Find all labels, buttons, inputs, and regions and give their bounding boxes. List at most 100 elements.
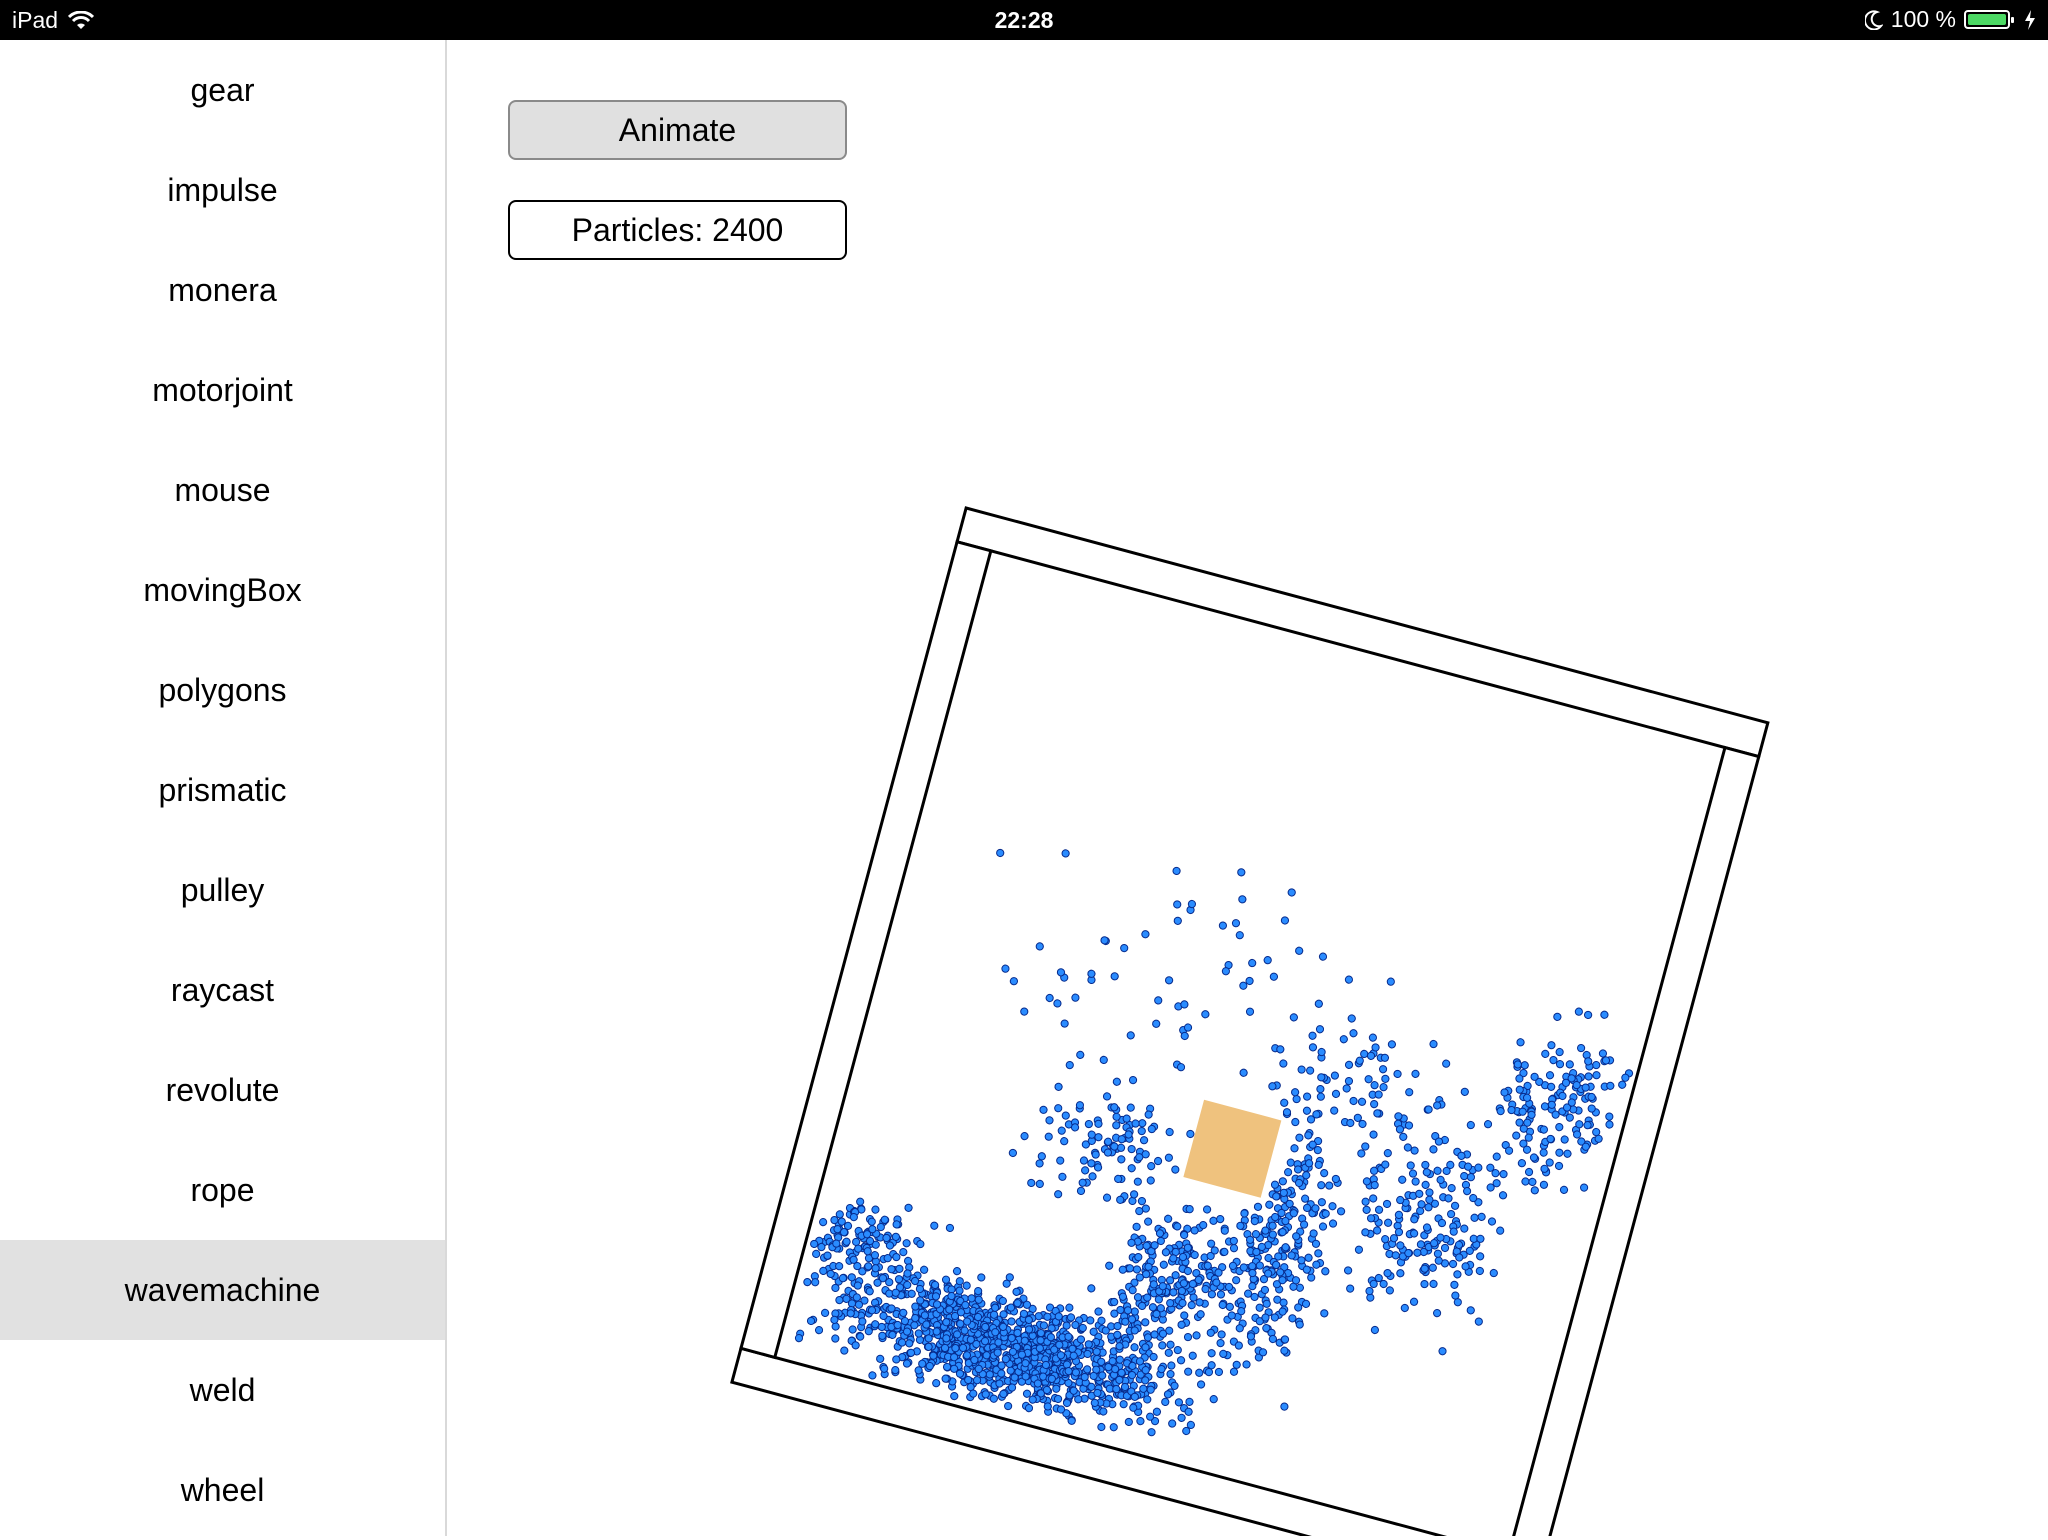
particle (1218, 921, 1227, 930)
particle (920, 1265, 929, 1274)
particle (1054, 1082, 1063, 1091)
sidebar-item-movingbox[interactable]: movingBox (0, 540, 445, 640)
particle (820, 1308, 830, 1318)
particle (1416, 1240, 1426, 1249)
particle (1161, 1397, 1170, 1406)
particle (1460, 1224, 1469, 1233)
particle (1382, 1199, 1392, 1209)
particle (1483, 1120, 1493, 1129)
sidebar-item-pulley[interactable]: pulley (0, 840, 445, 940)
particle (1132, 1222, 1141, 1231)
particle (876, 1354, 885, 1363)
particle (831, 1334, 840, 1343)
particle (1547, 1041, 1556, 1050)
sidebar-item-impulse[interactable]: impulse (0, 140, 445, 240)
particle (1336, 1207, 1346, 1216)
floating-box[interactable] (1183, 1099, 1282, 1198)
particle (1409, 1297, 1419, 1306)
sidebar-item-wheel[interactable]: wheel (0, 1440, 445, 1540)
particle (1317, 1181, 1326, 1190)
particle (1164, 1348, 1173, 1357)
particle (1539, 1180, 1549, 1189)
particle (899, 1247, 908, 1257)
particle (1331, 1089, 1341, 1098)
sidebar-item-motorjoint[interactable]: motorjoint (0, 340, 445, 440)
sidebar-item-weld[interactable]: weld (0, 1340, 445, 1440)
particle (1565, 1060, 1574, 1069)
particle (996, 848, 1005, 858)
particle (1231, 919, 1241, 928)
particle (1496, 1226, 1505, 1235)
particle (1263, 956, 1272, 965)
particle (1438, 1347, 1447, 1356)
particle (1357, 1097, 1367, 1106)
particle (1315, 1025, 1325, 1034)
particle (1009, 977, 1018, 986)
particle (1290, 1144, 1299, 1153)
particle (1037, 1152, 1046, 1161)
particle (1158, 1341, 1167, 1350)
wave-machine-scene[interactable] (447, 40, 2048, 1536)
particle (1173, 900, 1182, 909)
particle (1132, 1265, 1142, 1274)
particle (1081, 1166, 1090, 1175)
particle (1166, 1370, 1175, 1379)
particle (1297, 1065, 1306, 1074)
particle (1330, 1106, 1339, 1115)
status-time: 22:28 (994, 7, 1054, 33)
particle (1076, 1186, 1086, 1195)
particle (1060, 1137, 1069, 1146)
particle (1187, 1301, 1196, 1310)
particle (840, 1346, 849, 1355)
sidebar-item-prismatic[interactable]: prismatic (0, 740, 445, 840)
particle (1379, 1083, 1388, 1092)
particle (904, 1203, 913, 1212)
sidebar-item-revolute[interactable]: revolute (0, 1040, 445, 1140)
particle (1460, 1087, 1469, 1096)
particle (1428, 1263, 1437, 1272)
sidebar-item-gear[interactable]: gear (0, 40, 445, 140)
particle (1147, 1162, 1156, 1171)
particle (1492, 1152, 1501, 1161)
particle (1084, 1119, 1093, 1129)
particle (1349, 1096, 1358, 1106)
particle (1448, 1259, 1458, 1269)
particle (1362, 1205, 1371, 1214)
particle (1349, 1029, 1358, 1038)
particle (1420, 1279, 1429, 1289)
particle (1466, 1120, 1475, 1130)
particle (1328, 1202, 1337, 1211)
sidebar-item-rope[interactable]: rope (0, 1140, 445, 1240)
sidebar-item-mouse[interactable]: mouse (0, 440, 445, 540)
particle (1512, 1131, 1521, 1140)
particle (1555, 1047, 1564, 1057)
particle (1171, 1165, 1180, 1174)
particle (1605, 1120, 1614, 1129)
sidebar-item-raycast[interactable]: raycast (0, 940, 445, 1040)
particle (1147, 1428, 1156, 1437)
particle (1061, 849, 1070, 858)
battery-percent: 100 % (1890, 6, 1956, 32)
particle (1139, 1136, 1149, 1145)
particle (1057, 1126, 1066, 1135)
particle (1563, 1149, 1572, 1158)
particle (1177, 1413, 1186, 1422)
particle (1524, 1167, 1534, 1177)
particle (1094, 1307, 1103, 1316)
particle (1344, 1060, 1354, 1069)
particle (1308, 1031, 1317, 1040)
device-name: iPad (12, 7, 59, 33)
sidebar-item-monera[interactable]: monera (0, 240, 445, 340)
particle (1058, 1172, 1067, 1181)
particle (1168, 1419, 1177, 1428)
particle (814, 1326, 824, 1335)
particle (803, 1277, 812, 1287)
particle (1176, 1356, 1186, 1365)
particle (1316, 1084, 1325, 1094)
particle (1308, 1043, 1318, 1052)
particle (1120, 944, 1129, 953)
sidebar-item-polygons[interactable]: polygons (0, 640, 445, 740)
particle (1154, 996, 1163, 1005)
particle (1399, 1132, 1408, 1141)
sidebar-item-wavemachine[interactable]: wavemachine (0, 1240, 445, 1340)
